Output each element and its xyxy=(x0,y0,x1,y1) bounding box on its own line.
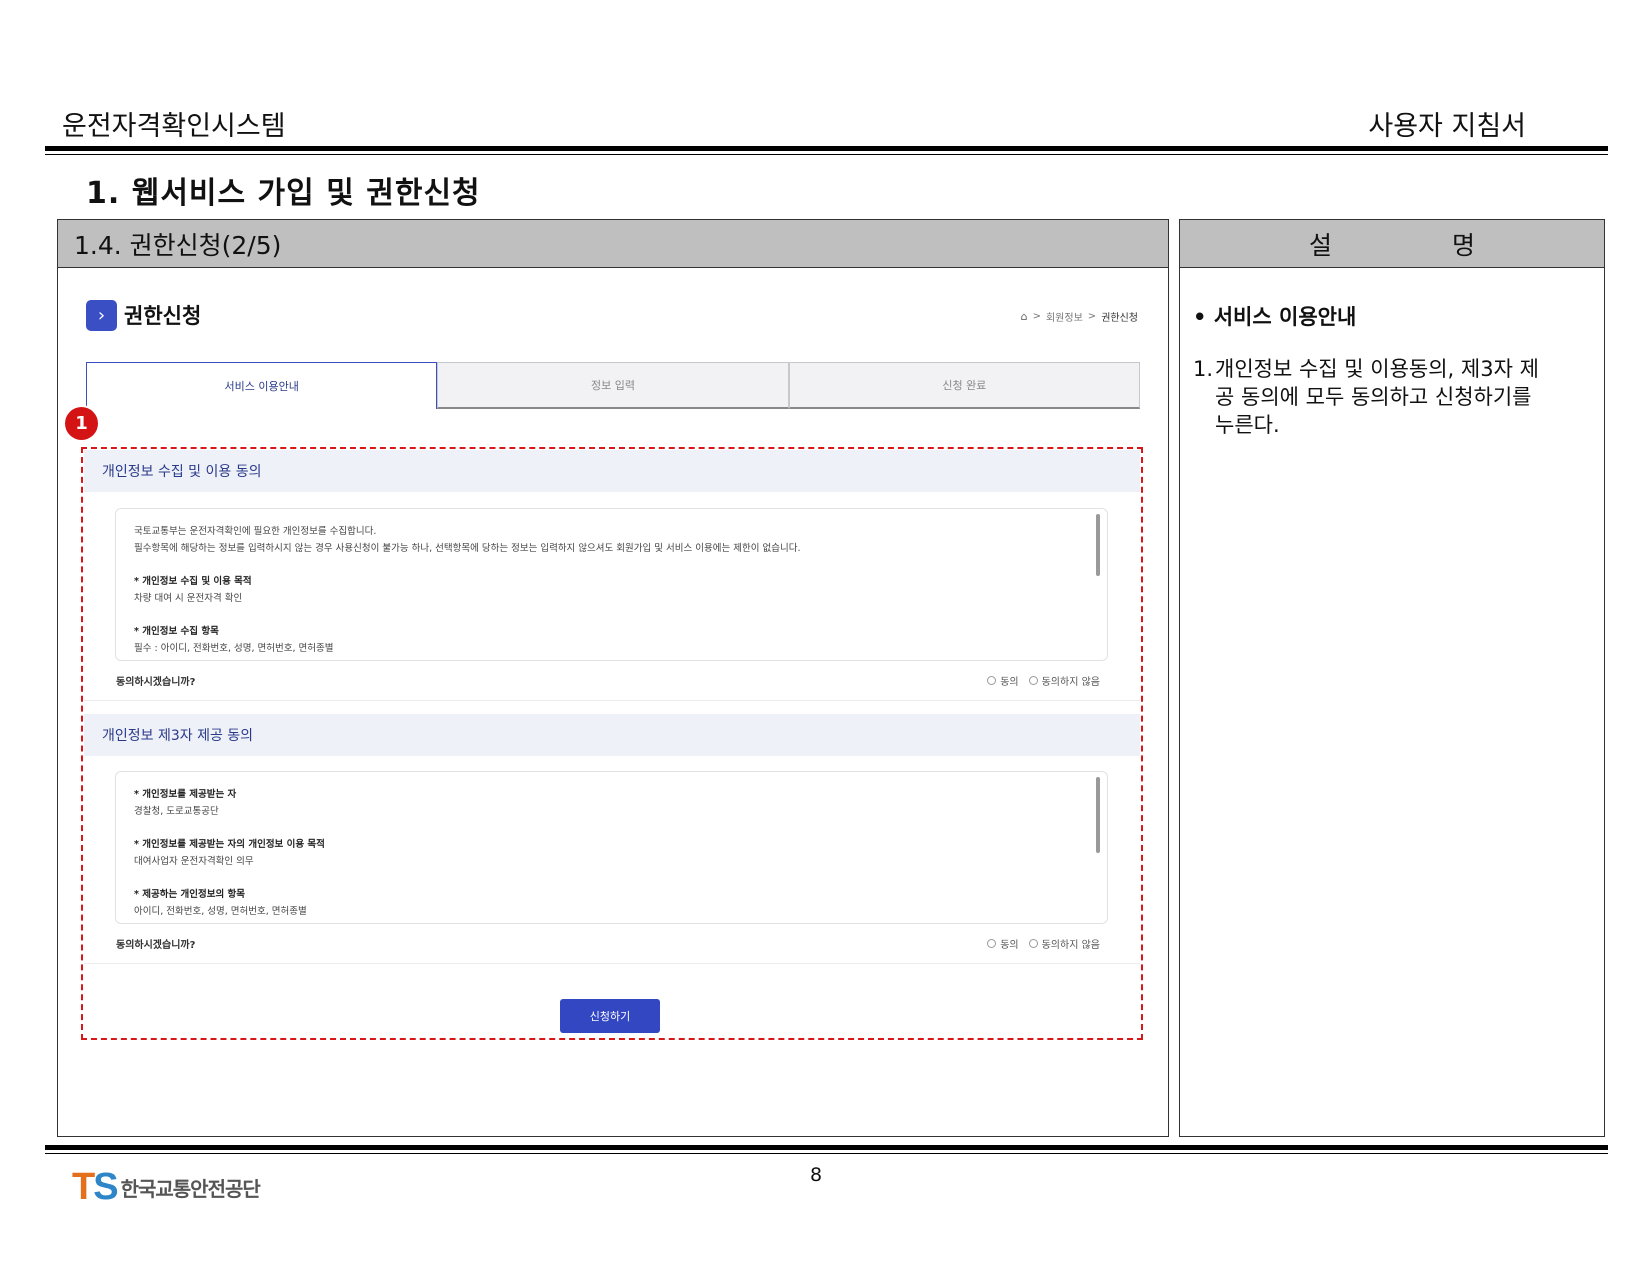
divider xyxy=(84,963,1140,964)
description-panel-header: 설 명 xyxy=(1180,220,1604,268)
section-heading-third-party: 개인정보 제3자 제공 동의 xyxy=(84,714,1140,756)
page-title: 권한신청 xyxy=(124,304,202,328)
disagree-radio[interactable]: 동의하지 않음 xyxy=(1028,936,1100,951)
consent-question: 동의하시겠습니까? xyxy=(116,677,196,688)
item-line: 누른다. xyxy=(1215,413,1280,437)
agree-radio[interactable]: 동의 xyxy=(987,673,1019,688)
footer-rule xyxy=(45,1145,1608,1150)
disagree-radio[interactable]: 동의하지 않음 xyxy=(1028,673,1100,688)
terms-line: 경찰청, 도로교통공단 xyxy=(134,806,219,817)
terms-line: * 개인정보 수집 및 이용 목적 xyxy=(134,576,252,587)
terms-line: 국토교통부는 운전자격확인에 필요한 개인정보를 수집합니다. xyxy=(134,526,377,537)
terms-line: * 제공하는 개인정보의 항목 xyxy=(134,889,246,900)
terms-line: 대여사업자 운전자격확인 의무 xyxy=(134,856,254,867)
breadcrumb-member-info[interactable]: 회원정보 xyxy=(1046,309,1083,324)
tab-apply-complete[interactable]: 신청 완료 xyxy=(788,362,1140,409)
footer-rule-thin xyxy=(45,1153,1608,1154)
consent-question: 동의하시겠습니까? xyxy=(116,940,196,951)
section-heading-privacy-consent: 개인정보 수집 및 이용 동의 xyxy=(84,450,1140,492)
item-number: 1. xyxy=(1193,357,1214,381)
terms-line: * 개인정보를 제공받는 자 xyxy=(134,789,237,800)
terms-line: 아이디, 전화번호, 성명, 면허번호, 면허종별 xyxy=(134,906,307,917)
breadcrumb-sep: > xyxy=(1087,311,1097,322)
description-bullet: • 서비스 이용안내 xyxy=(1193,305,1357,329)
home-icon[interactable]: ⌂ xyxy=(1021,310,1028,323)
terms-line: 필수 : 아이디, 전화번호, 성명, 면허번호, 면허종별 xyxy=(134,643,334,654)
org-name: 한국교통안전공단 xyxy=(120,1177,261,1201)
item-line: 공 동의에 모두 동의하고 신청하기를 xyxy=(1215,385,1532,409)
apply-button[interactable]: 신청하기 xyxy=(560,999,660,1033)
description-title-a: 설 xyxy=(1308,230,1332,260)
system-name: 운전자격확인시스템 xyxy=(62,111,286,142)
consent-options: 동의 동의하지 않음 xyxy=(987,936,1100,951)
item-line: 개인정보 수집 및 이용동의, 제3자 제 xyxy=(1215,357,1539,381)
ts-logo-mark: TS xyxy=(72,1166,119,1208)
section-heading: 1. 웹서비스 가입 및 권한신청 xyxy=(86,176,481,211)
tab-info-input[interactable]: 정보 입력 xyxy=(437,362,789,409)
scrollbar[interactable] xyxy=(1096,777,1100,853)
screenshot-panel-title: 1.4. 권한신청(2/5) xyxy=(58,220,1168,268)
consent-options: 동의 동의하지 않음 xyxy=(987,673,1100,688)
doc-type: 사용자 지침서 xyxy=(1368,111,1526,142)
ts-logo: TS 한국교통안전공단 xyxy=(72,1166,261,1209)
terms-line: 필수항목에 해당하는 정보를 입력하시지 않는 경우 사용신청이 불가능 하나,… xyxy=(134,543,801,554)
terms-line: 차량 대여 시 운전자격 확인 xyxy=(134,593,243,604)
tab-service-guide[interactable]: 서비스 이용안내 xyxy=(86,362,438,409)
divider xyxy=(84,700,1140,701)
description-item: 1.개인정보 수집 및 이용동의, 제3자 제 공 동의에 모두 동의하고 신청… xyxy=(1193,355,1585,439)
description-title-b: 명 xyxy=(1452,230,1476,260)
breadcrumb: ⌂ > 회원정보 > 권한신청 xyxy=(1021,309,1138,324)
breadcrumb-current: 권한신청 xyxy=(1101,313,1138,324)
third-party-terms-box[interactable]: * 개인정보를 제공받는 자 경찰청, 도로교통공단 * 개인정보를 제공받는 … xyxy=(115,771,1108,924)
terms-line: * 개인정보 수집 항목 xyxy=(134,626,219,637)
breadcrumb-sep: > xyxy=(1032,311,1041,322)
step-marker: 1 xyxy=(65,407,98,440)
agree-radio[interactable]: 동의 xyxy=(987,936,1019,951)
scrollbar[interactable] xyxy=(1096,514,1100,576)
terms-line: * 개인정보를 제공받는 자의 개인정보 이용 목적 xyxy=(134,839,325,850)
header-rule-thin xyxy=(45,154,1608,155)
privacy-terms-box[interactable]: 국토교통부는 운전자격확인에 필요한 개인정보를 수집합니다. 필수항목에 해당… xyxy=(115,508,1108,661)
page-number: 8 xyxy=(810,1164,823,1186)
chevron-right-icon: › xyxy=(86,300,117,331)
step-tabs: 서비스 이용안내 정보 입력 신청 완료 xyxy=(86,362,1140,409)
header-rule xyxy=(45,146,1608,151)
